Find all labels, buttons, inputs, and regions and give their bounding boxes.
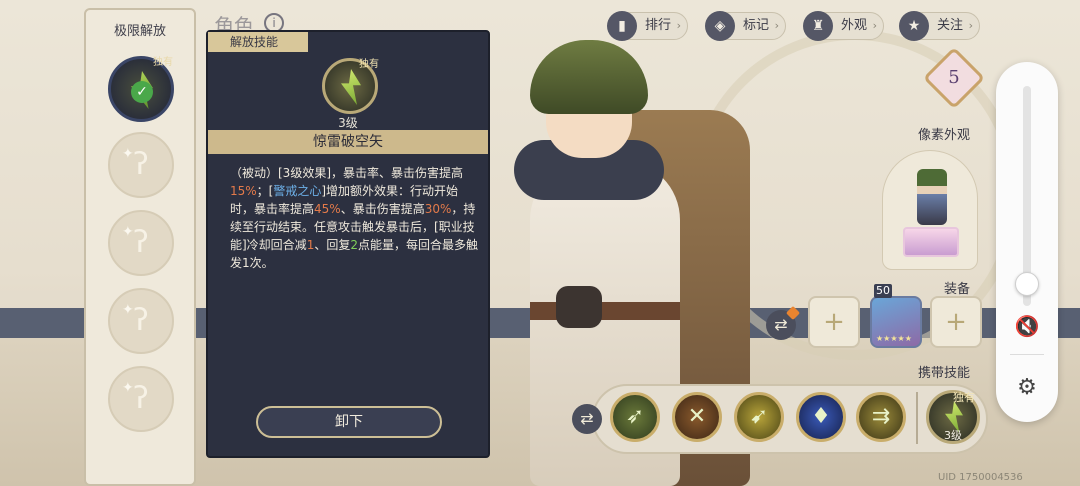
skill-detail-card: 解放技能 独有 3级 惊雷破空矢 （被动）[3级效果]，暴击率、暴击伤害提高 15… xyxy=(206,30,490,458)
carried-skill-2[interactable]: ✕ xyxy=(672,392,722,442)
skill-description: （被动）[3级效果]，暴击率、暴击伤害提高15%；[警戒之心]增加额外效果：行动… xyxy=(230,164,480,272)
system-volume-panel: 🔇 ⚙ xyxy=(996,62,1058,422)
skill-level: 3级 xyxy=(338,116,358,130)
carried-skill-1[interactable]: ➶ xyxy=(610,392,660,442)
equipment-stars: ★★★★★ xyxy=(876,334,912,343)
volume-slider-knob[interactable] xyxy=(1015,272,1039,296)
mute-icon[interactable]: 🔇 xyxy=(1013,312,1041,340)
pixel-appearance-label: 像素外观 xyxy=(918,128,971,143)
card-header: 解放技能 xyxy=(208,32,308,52)
carried-skill-3[interactable]: ➹ xyxy=(734,392,784,442)
skill-icon: 独有 xyxy=(322,58,379,114)
outfit-icon: ♜ xyxy=(803,11,833,41)
wand-icon: ʔ xyxy=(133,381,149,416)
chevron-right-icon: › xyxy=(676,19,681,32)
crossbow-icon: ✕ xyxy=(687,404,707,429)
ranking-icon: ▮ xyxy=(607,11,637,41)
skill-swap-button[interactable]: ⇄ xyxy=(572,404,602,434)
equipment-slot-item[interactable]: 50 ★★★★★ xyxy=(870,284,922,348)
desc-value: 2 xyxy=(350,238,358,252)
desc-keyword-link[interactable]: 警戒之心 xyxy=(273,184,321,198)
limit-release-title: 极限解放 xyxy=(113,24,166,39)
equipment-slot-empty[interactable]: + xyxy=(930,296,982,348)
equipment-slot-empty[interactable]: + xyxy=(808,296,860,348)
arrow-volley-icon: ➶ xyxy=(625,404,645,429)
desc-text: ；[ xyxy=(256,184,274,198)
character-hair xyxy=(530,40,648,114)
carried-skill-5[interactable]: ⇉ xyxy=(856,392,906,442)
desc-value: 15% xyxy=(230,184,257,198)
pixel-appearance-card[interactable] xyxy=(882,150,978,270)
pixel-pedestal xyxy=(903,227,959,257)
follow-label: 关注 xyxy=(937,18,964,33)
limit-slot-locked[interactable]: ✦ ʔ xyxy=(108,210,174,276)
desc-value: 30% xyxy=(424,202,452,216)
skill-name: 惊雷破空矢 xyxy=(208,130,488,154)
outfit-label: 外观 xyxy=(841,18,868,33)
carried-skills-label: 携带技能 xyxy=(918,366,971,381)
tag-button[interactable]: ◈ 标记 › xyxy=(705,11,786,41)
character-glove xyxy=(556,286,602,328)
lightning-arrow-icon xyxy=(341,69,361,105)
bow-shot-icon: ➹ xyxy=(749,404,769,429)
desc-text: 、暴击伤害提高 xyxy=(340,202,425,216)
triple-arrow-icon: ⇉ xyxy=(871,404,891,429)
exclusive-skill-level: 3级 xyxy=(944,429,962,442)
desc-text: 、回复 xyxy=(314,238,351,252)
limit-slot-locked[interactable]: ✦ ʔ xyxy=(108,288,174,354)
carried-skill-4[interactable]: ♦ xyxy=(796,392,846,442)
wand-icon: ʔ xyxy=(133,147,149,182)
star-icon: ★ xyxy=(899,11,929,41)
character-belt xyxy=(530,302,680,320)
follow-button[interactable]: ★ 关注 › xyxy=(899,11,980,41)
wand-icon: ʔ xyxy=(133,225,149,260)
limit-slot-active[interactable]: ✓ 独有 xyxy=(108,56,174,122)
divider xyxy=(1010,354,1044,355)
settings-icon[interactable]: ⚙ xyxy=(1013,374,1041,402)
limit-release-panel: 极限解放 ✓ 独有 ✦ ʔ ✦ ʔ ✦ ʔ ✦ ʔ xyxy=(84,8,196,486)
equipment-level: 50 xyxy=(874,284,892,298)
limit-slot-locked[interactable]: ✦ ʔ xyxy=(108,366,174,432)
chevron-right-icon: › xyxy=(774,19,779,32)
ranking-button[interactable]: ▮ 排行 › xyxy=(607,11,688,41)
chevron-right-icon: › xyxy=(872,19,877,32)
chevron-right-icon: › xyxy=(968,19,973,32)
outfit-button[interactable]: ♜ 外观 › xyxy=(803,11,884,41)
equipment-label: 装备 xyxy=(944,282,971,297)
star-level-number: 5 xyxy=(948,67,960,88)
skill-divider xyxy=(916,392,918,444)
wand-icon: ʔ xyxy=(133,303,149,338)
limit-slot-locked[interactable]: ✦ ʔ xyxy=(108,132,174,198)
tag-icon: ◈ xyxy=(705,11,735,41)
equipment-swap-button[interactable]: ⇄ xyxy=(766,305,801,340)
unequip-button[interactable]: 卸下 xyxy=(256,406,442,438)
exclusive-tag: 独有 xyxy=(153,57,173,68)
exclusive-tag: 独有 xyxy=(953,391,975,404)
exclusive-skill-slot[interactable]: 独有 3级 xyxy=(926,390,980,444)
exclusive-tag: 独有 xyxy=(359,59,379,70)
desc-value: 45% xyxy=(314,202,341,216)
check-icon: ✓ xyxy=(131,81,153,103)
pixel-character xyxy=(917,169,947,225)
uid-text: UID 1750004536 xyxy=(938,472,1023,483)
buff-silhouette-icon: ♦ xyxy=(811,404,831,429)
desc-text: （被动）[3级效果]，暴击率、暴击伤害提高 xyxy=(230,166,463,180)
tag-label: 标记 xyxy=(743,18,770,33)
ranking-label: 排行 xyxy=(645,18,672,33)
